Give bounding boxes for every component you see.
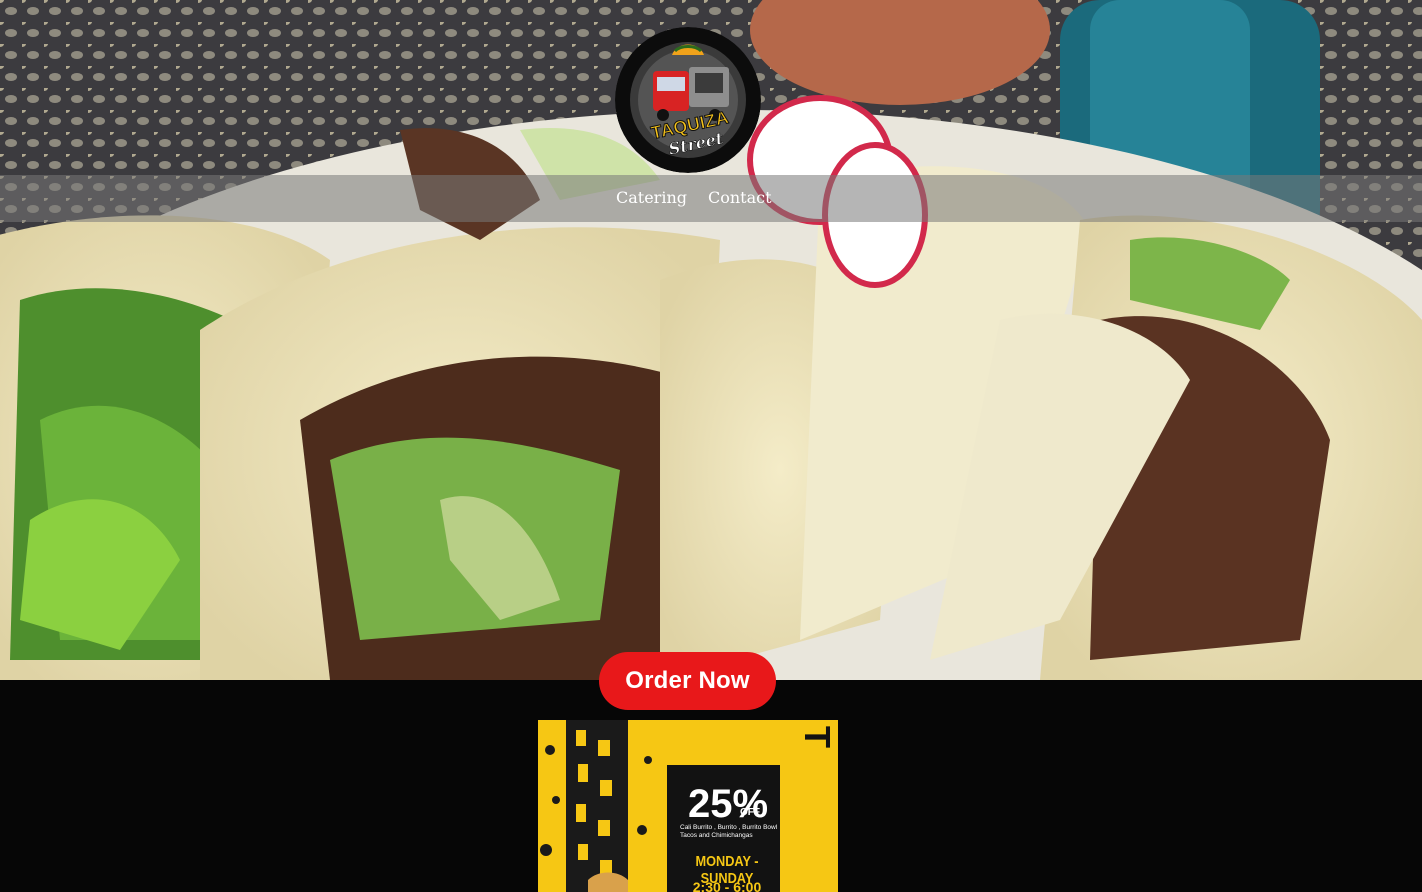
main-nav: Catering Contact xyxy=(616,188,772,208)
nav-item-catering[interactable]: Catering xyxy=(616,188,687,208)
brand-logo[interactable]: TAQUIZA Street xyxy=(615,27,761,173)
promo-vertical-text: TRUCK T xyxy=(797,726,838,750)
promo-items-text: Cali Burrito , Burrito , Burrito Bowl Ta… xyxy=(680,824,778,839)
nav-bar: Catering Contact xyxy=(0,175,1422,222)
nav-item-contact[interactable]: Contact xyxy=(708,188,772,208)
promo-percent: 25% xyxy=(688,782,769,826)
order-now-button[interactable]: Order Now xyxy=(599,652,776,710)
tire-track-graphic xyxy=(538,720,668,892)
promo-off-label: OFF xyxy=(740,807,760,818)
food-truck-logo-icon: TAQUIZA Street xyxy=(615,27,761,173)
promo-hours-text: 2:30 - 6:00 xyxy=(692,879,762,892)
promo-vertical-title: TRUCK T xyxy=(790,722,838,892)
promo-flyer[interactable]: 25% OFF Cali Burrito , Burrito , Burrito… xyxy=(538,720,838,892)
